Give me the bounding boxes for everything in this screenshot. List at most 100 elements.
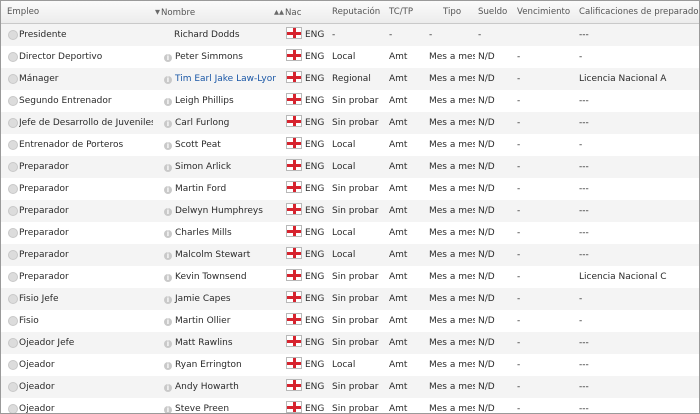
cell-nombre[interactable]: i Delwyn Humphreys (164, 200, 276, 222)
col-header-vencimiento[interactable]: Vencimiento (517, 1, 570, 23)
cell-nombre[interactable]: i Leigh Phillips (164, 90, 276, 112)
info-icon[interactable]: i (164, 274, 172, 282)
info-icon[interactable]: i (164, 340, 172, 348)
radio-icon[interactable] (8, 404, 18, 413)
cell-vencimiento-text: - (517, 294, 521, 304)
cell-nombre[interactable]: i Martin Ford (164, 178, 276, 200)
radio-icon[interactable] (8, 382, 18, 392)
col-header-tipo[interactable]: Tipo (443, 1, 461, 23)
radio-icon[interactable] (8, 118, 18, 128)
info-icon[interactable]: i (164, 252, 172, 260)
col-header-empleo[interactable]: Empleo (7, 1, 39, 23)
info-icon[interactable]: i (164, 98, 172, 106)
cell-nombre[interactable]: i Andy Howarth (164, 376, 276, 398)
table-row[interactable]: Ojeador i Andy Howarth ENG Sin probar Amt Mes … (1, 376, 699, 399)
radio-icon[interactable] (8, 338, 18, 348)
radio-icon[interactable] (8, 206, 18, 216)
info-icon[interactable]: i (164, 142, 172, 150)
cell-empleo: Presidente (19, 24, 153, 46)
radio-icon[interactable] (8, 250, 18, 260)
col-header-reputacion[interactable]: Reputación (332, 1, 380, 23)
cell-tipo: Mes a mes (429, 354, 475, 376)
cell-sueldo-text: N/D (478, 338, 495, 348)
cell-sueldo: N/D (478, 178, 514, 200)
cell-sueldo: N/D (478, 332, 514, 354)
cell-nombre[interactable]: i Scott Peat (164, 134, 276, 156)
info-icon[interactable]: i (164, 296, 172, 304)
cell-nombre[interactable]: i Simon Arlick (164, 156, 276, 178)
table-row[interactable]: Preparador i Delwyn Humphreys ENG Sin probar… (1, 200, 699, 223)
cell-nombre[interactable]: i Kevin Townsend (164, 266, 276, 288)
table-row[interactable]: Fisio Jefe i Jamie Capes ENG Sin probar Amt Me… (1, 288, 699, 311)
cell-reputacion: Regional (332, 68, 388, 90)
info-icon[interactable]: i (164, 120, 172, 128)
col-header-tctp[interactable]: TC/TP (389, 1, 413, 23)
table-row[interactable]: Entrenador de Porteros i Scott Peat ENG Loca… (1, 134, 699, 157)
cell-nombre[interactable]: i Tim Earl Jake Law-Lyons (164, 68, 276, 90)
table-row[interactable]: Preparador i Kevin Townsend ENG Sin probar Am… (1, 266, 699, 289)
info-icon[interactable]: i (164, 76, 172, 84)
radio-icon[interactable] (8, 30, 18, 40)
cell-nombre[interactable]: Richard Dodds (174, 24, 286, 46)
col-header-reputacion-label: Reputación (332, 7, 381, 17)
table-row[interactable]: Ojeador i Steve Preen ENG Sin probar Amt Mes a… (1, 398, 699, 413)
info-icon[interactable]: i (164, 54, 172, 62)
info-icon[interactable]: i (164, 318, 172, 326)
cell-tctp: Amt (389, 332, 429, 354)
info-icon[interactable]: i (164, 164, 172, 172)
radio-icon[interactable] (8, 294, 18, 304)
cell-reputacion-text: Regional (332, 74, 371, 84)
info-icon[interactable]: i (164, 186, 172, 194)
table-row[interactable]: Fisio i Martin Ollier ENG Sin probar Amt Mes a… (1, 310, 699, 333)
col-header-nac[interactable]: ▲▲Nac (274, 1, 301, 23)
cell-nombre[interactable]: i Ryan Errington (164, 354, 276, 376)
info-icon[interactable]: i (164, 406, 172, 413)
radio-icon[interactable] (8, 52, 18, 62)
cell-reputacion: Sin probar (332, 310, 388, 332)
table-row[interactable]: Ojeador Jefe i Matt Rawlins ENG Sin probar Am… (1, 332, 699, 355)
radio-icon[interactable] (8, 316, 18, 326)
radio-icon[interactable] (8, 96, 18, 106)
radio-icon[interactable] (8, 162, 18, 172)
cell-calificaciones: --- (579, 376, 697, 398)
cell-sueldo: N/D (478, 244, 514, 266)
table-row[interactable]: Preparador i Martin Ford ENG Sin probar Amt Me… (1, 178, 699, 201)
cell-reputacion-text: Sin probar (332, 338, 379, 348)
cell-nombre[interactable]: i Charles Mills (164, 222, 276, 244)
table-row[interactable]: Jefe de Desarrollo de Juveniles i Carl Fur… (1, 112, 699, 135)
cell-tipo-text: Mes a mes (429, 316, 475, 326)
cell-empleo-text: Preparador (19, 228, 69, 238)
cell-nombre[interactable]: i Malcolm Stewart (164, 244, 276, 266)
cell-empleo: Preparador (19, 222, 153, 244)
cell-calificaciones: --- (579, 354, 697, 376)
cell-reputacion: Sin probar (332, 332, 388, 354)
cell-nombre[interactable]: i Jamie Capes (164, 288, 276, 310)
info-icon[interactable]: i (164, 208, 172, 216)
table-row[interactable]: Ojeador i Ryan Errington ENG Local Amt Mes a m… (1, 354, 699, 377)
table-row[interactable]: Director Deportivo i Peter Simmons ENG Local… (1, 46, 699, 69)
info-icon[interactable]: i (164, 230, 172, 238)
cell-nombre[interactable]: i Steve Preen (164, 398, 276, 413)
table-row[interactable]: Preparador i Charles Mills ENG Local Amt Mes a… (1, 222, 699, 245)
col-header-calificaciones[interactable]: Calificaciones de preparador (579, 1, 699, 23)
radio-icon[interactable] (8, 228, 18, 238)
info-icon[interactable]: i (164, 362, 172, 370)
table-row[interactable]: Mánager i Tim Earl Jake Law-Lyons ENG Region… (1, 68, 699, 91)
radio-icon[interactable] (8, 360, 18, 370)
radio-icon[interactable] (8, 184, 18, 194)
cell-nombre[interactable]: i Martin Ollier (164, 310, 276, 332)
table-row[interactable]: Preparador i Malcolm Stewart ENG Local Amt Mes… (1, 244, 699, 267)
info-icon[interactable]: i (164, 384, 172, 392)
cell-nombre[interactable]: i Carl Furlong (164, 112, 276, 134)
radio-icon[interactable] (8, 74, 18, 84)
radio-icon[interactable] (8, 140, 18, 150)
cell-calificaciones: --- (579, 24, 697, 46)
cell-nombre[interactable]: i Peter Simmons (164, 46, 276, 68)
radio-icon[interactable] (8, 272, 18, 282)
col-header-sueldo[interactable]: Sueldo (478, 1, 507, 23)
col-header-nombre[interactable]: ▼Nombre (155, 1, 195, 23)
table-row[interactable]: Preparador i Simon Arlick ENG Local Amt Mes a … (1, 156, 699, 179)
cell-nombre[interactable]: i Matt Rawlins (164, 332, 276, 354)
table-row[interactable]: Presidente Richard Dodds ENG - - - - --- (1, 24, 699, 47)
table-row[interactable]: Segundo Entrenador i Leigh Phillips ENG Sin … (1, 90, 699, 113)
